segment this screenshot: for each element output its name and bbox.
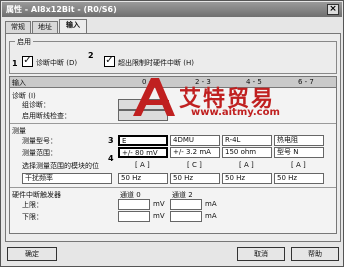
tab-input[interactable]: 输入	[59, 19, 87, 33]
lower-limit-label: 下限：	[22, 213, 43, 221]
measurement-type-select-2[interactable]: 4DMU	[170, 135, 220, 146]
callout-1: 1	[12, 59, 18, 68]
measurement-range-select-0[interactable]: +/- 80 mV	[118, 147, 168, 158]
properties-dialog: 属性 - AI8x12Bit - (R0/S6) × 常规 地址 输入 启用 1…	[0, 0, 344, 267]
hw-interrupt-checkbox[interactable]: ✓	[104, 56, 115, 67]
table-header-label: 输入	[12, 79, 26, 87]
wire-break-check-label: 启用断线检查：	[22, 112, 71, 120]
title-bar: 属性 - AI8x12Bit - (R0/S6) ×	[2, 2, 342, 17]
measurement-type-select-4[interactable]: R-4L	[222, 135, 272, 146]
measurement-type-select-0[interactable]: E	[118, 135, 168, 146]
callout-3: 3	[108, 136, 114, 145]
interference-select-6[interactable]: 50 Hz	[274, 173, 324, 184]
upper-limit-ch0-input[interactable]	[118, 199, 150, 210]
cancel-button[interactable]: 取消	[237, 247, 285, 261]
module-position-0: [ A ]	[135, 161, 150, 169]
hw-trigger-section-label: 硬件中断触发器	[12, 191, 61, 199]
unit-ma: mA	[205, 200, 217, 208]
measurement-section-label: 测量	[12, 127, 26, 135]
unit-mv: mV	[153, 212, 165, 220]
hw-interrupt-label: 超出限制时硬件中断 (H)	[118, 59, 194, 67]
tab-address[interactable]: 地址	[32, 21, 58, 33]
measurement-range-select-4[interactable]: 150 ohm	[222, 147, 272, 158]
diagnostic-interrupt-checkbox[interactable]: ✓	[22, 56, 33, 67]
interference-select-2[interactable]: 50 Hz	[170, 173, 220, 184]
lower-limit-ch2-input[interactable]	[170, 211, 202, 222]
tab-general[interactable]: 常规	[5, 21, 31, 33]
interference-select-0[interactable]: 50 Hz	[118, 173, 168, 184]
measurement-range-select-2[interactable]: +/- 3.2 mA	[170, 147, 220, 158]
measurement-range-select-6[interactable]: 型号 N	[274, 147, 324, 158]
module-position-6: [ A ]	[291, 161, 306, 169]
group-diagnostics-label: 组诊断：	[22, 101, 50, 109]
divider	[10, 187, 336, 188]
module-position-2: [ C ]	[187, 161, 202, 169]
watermark-url: www.aitmy.com	[191, 107, 280, 118]
interference-select-4[interactable]: 50 Hz	[222, 173, 272, 184]
upper-limit-label: 上限：	[22, 201, 43, 209]
unit-mv: mV	[153, 200, 165, 208]
interference-frequency-label: 干扰频率	[22, 173, 112, 184]
diagnostic-interrupt-label: 诊断中断 (D)	[36, 59, 78, 67]
lower-limit-ch0-input[interactable]	[118, 211, 150, 222]
upper-limit-ch2-input[interactable]	[170, 199, 202, 210]
column-header-6-7: 6 - 7	[298, 78, 314, 86]
close-icon[interactable]: ×	[327, 4, 339, 15]
module-position-label: 选择测量范围的模块的位	[22, 162, 99, 170]
measurement-type-label: 测量型号：	[22, 137, 57, 145]
measurement-type-select-6[interactable]: 热电阻	[274, 135, 324, 146]
window-title: 属性 - AI8x12Bit - (R0/S6)	[6, 5, 117, 14]
module-position-4: [ A ]	[239, 161, 254, 169]
callout-2: 2	[88, 51, 94, 60]
callout-4: 4	[108, 154, 114, 163]
unit-ma: mA	[205, 212, 217, 220]
measurement-range-label: 测量范围：	[22, 149, 57, 157]
ok-button[interactable]: 确定	[7, 247, 57, 261]
enable-group-label: 启用	[15, 37, 33, 47]
help-button[interactable]: 帮助	[291, 247, 339, 261]
watermark-logo-icon	[133, 78, 175, 116]
divider	[10, 123, 336, 124]
